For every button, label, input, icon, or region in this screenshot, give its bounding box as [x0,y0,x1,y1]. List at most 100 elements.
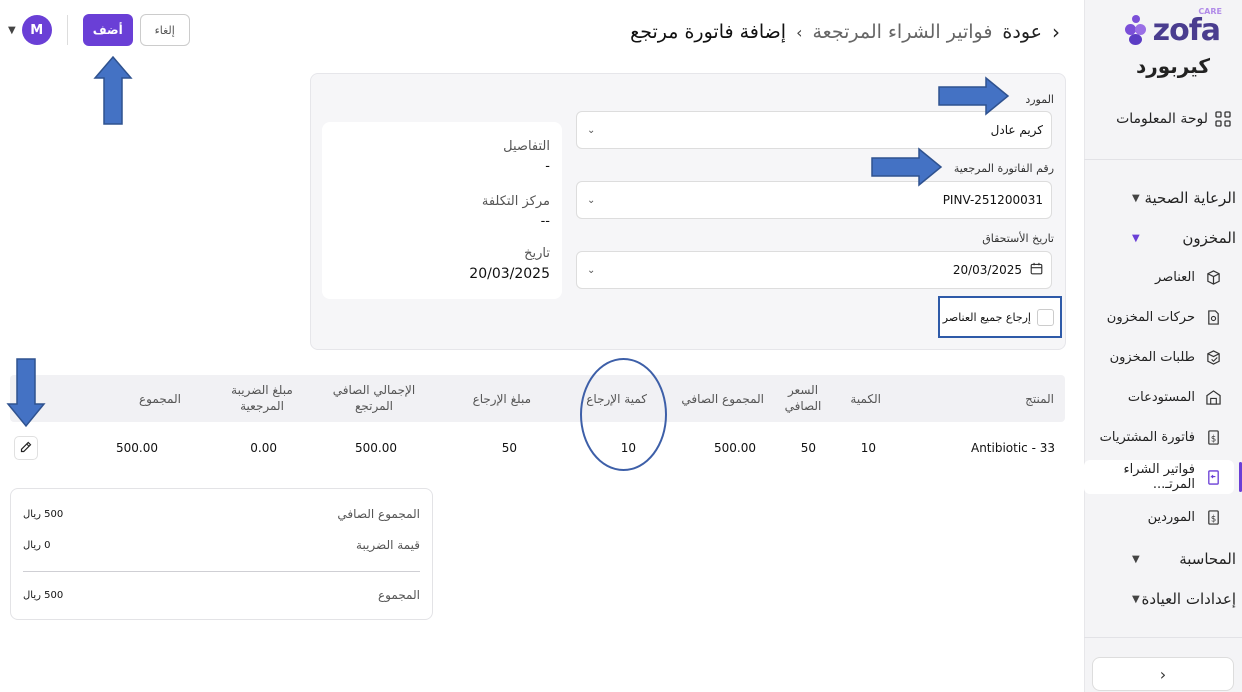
pencil-icon [20,441,32,456]
chevron-down-icon: ⌄ [587,194,596,206]
chevron-down-icon: ▼ [1132,553,1140,565]
column-header-ref-tax: مبلغ الضريبة المرجعية [231,383,293,413]
cell-net-total: 500.00 [714,441,756,455]
column-header-net-price: السعر الصافي [784,383,822,413]
divider [66,15,68,45]
sidebar: zofa CARE كيربورد لوحة المعلومات الرعاية… [1084,0,1242,692]
logo-mark-icon [1123,13,1149,47]
sidebar-group-clinic-settings[interactable]: إعدادات العيادة ▼ [1084,582,1242,616]
chevron-down-icon: ⌄ [587,264,596,276]
logo-badge: CARE [1198,6,1222,16]
sidebar-item-items[interactable]: العناصر [1084,260,1242,294]
sidebar-item-requests[interactable]: طلبات المخزون [1084,340,1242,374]
sidebar-group-inventory[interactable]: المخزون ▼ [1084,221,1242,255]
due-date-picker[interactable]: 20/03/2025 ⌄ [576,251,1052,289]
box-check-icon [1204,348,1222,366]
sidebar-item-label: فاتورة المشتريات [1099,429,1195,445]
return-all-checkbox-row[interactable]: إرجاع جميع العناصر [938,296,1062,338]
chevron-separator-icon: › [796,22,803,42]
add-button[interactable]: أضف [82,14,133,46]
sidebar-item-label: لوحة المعلومات [1116,111,1208,127]
table-header: المنتج الكمية السعر الصافي المجموع الصاف… [10,375,1065,422]
cancel-button[interactable]: إلغاء [139,14,190,46]
sidebar-group-label: إعدادات العيادة [1141,590,1236,608]
annotation-arrow-right-icon [938,76,1010,116]
sidebar-item-label: العناصر [1155,269,1195,285]
summary-card: المجموع الصافي 500 ريال قيمة الضريبة 0 ر… [10,488,433,620]
sidebar-item-purchase-invoice[interactable]: $ فاتورة المشتريات [1084,420,1242,454]
chevron-back-icon[interactable]: ‹ [1052,20,1060,44]
breadcrumb: ‹ عودة فواتير الشراء المرتجعة › إضافة فا… [630,20,1060,44]
details-card: التفاصيل - مركز التكلفة -- تاريخ 20/03/2… [322,122,562,299]
back-link[interactable]: عودة [1002,21,1042,43]
date-label: تاريخ [524,246,550,261]
sidebar-item-warehouses[interactable]: المستودعات [1084,380,1242,414]
cell-net-total-returned: 500.00 [355,441,397,455]
chevron-down-icon: ▼ [1132,232,1140,244]
sidebar-item-suppliers[interactable]: $ الموردين [1084,500,1242,534]
sidebar-item-label: حركات المخزون [1106,309,1195,325]
column-header-net-total-returned: الإجمالي الصافي المرتجع [332,383,416,413]
sidebar-item-purchase-returns[interactable]: فواتير الشراء المرتـ... [1084,460,1242,494]
date-value: 20/03/2025 [469,266,550,282]
chevron-left-icon: ‹ [1159,664,1167,684]
ref-invoice-value: PINV-251200031 [942,193,1043,207]
breadcrumb-purchase-returns[interactable]: فواتير الشراء المرتجعة [813,21,993,43]
sidebar-item-dashboard[interactable]: لوحة المعلومات [1084,102,1242,136]
page-title: إضافة فاتورة مرتجع [630,21,787,43]
column-header-net-total: المجموع الصافي [681,392,764,406]
column-header-total: المجموع [139,392,181,406]
sidebar-collapse-button[interactable]: ‹ [1092,657,1234,691]
annotation-arrow-up-icon [93,56,133,125]
cost-center-value: -- [540,214,550,229]
chevron-down-icon: ⌄ [587,124,596,136]
invoice-return-icon [1204,468,1222,486]
sidebar-item-label: طلبات المخزون [1109,349,1195,365]
sidebar-group-health[interactable]: الرعاية الصحية ▼ [1084,181,1242,215]
supplier-select[interactable]: كريم عادل ⌄ [576,111,1052,149]
supplier-value: كريم عادل [990,123,1043,137]
column-header-qty: الكمية [850,392,881,406]
summary-total-label: المجموع [378,588,420,602]
summary-total-value: 500 ريال [23,590,64,601]
avatar[interactable]: M [21,15,52,45]
sidebar-divider [1084,159,1242,160]
invoice-dollar-icon: $ [1204,508,1222,526]
due-date-value: 20/03/2025 [952,263,1022,277]
cell-qty: 10 [860,441,876,455]
summary-net-total-value: 500 ريال [23,509,64,520]
summary-divider [23,571,420,572]
ref-invoice-label: رقم الفاتورة المرجعية [953,162,1054,175]
box-icon [1204,268,1222,286]
summary-net-total-label: المجموع الصافي [337,507,420,521]
sidebar-item-label: الموردين [1147,509,1195,525]
grid-icon [1214,110,1232,128]
sidebar-item-movements[interactable]: حركات المخزون [1084,300,1242,334]
sidebar-group-accounting[interactable]: المحاسبة ▼ [1084,542,1242,576]
cell-return-amount: 50 [501,441,517,455]
details-value: - [545,159,550,174]
warehouse-icon [1204,388,1222,406]
svg-text:$: $ [1210,513,1215,523]
chevron-down-icon: ▼ [1132,593,1140,605]
sidebar-group-label: المخزون [1182,229,1236,247]
summary-tax-value: 0 ريال [23,540,51,551]
invoice-dollar-icon: $ [1204,428,1222,446]
supplier-label: المورد [1025,93,1054,106]
cell-product: Antibiotic - 33 [970,441,1055,455]
cell-ref-tax: 0.00 [250,441,277,455]
document-gear-icon [1204,308,1222,326]
logo-text: zofa CARE [1152,6,1222,48]
ref-invoice-select[interactable]: PINV-251200031 ⌄ [576,181,1052,219]
sidebar-group-label: المحاسبة [1179,550,1236,568]
details-label: التفاصيل [503,139,550,154]
calendar-icon [1030,262,1043,279]
chevron-down-icon: ▼ [1132,192,1140,204]
return-all-checkbox[interactable] [1037,308,1054,326]
chevron-down-icon[interactable]: ▼ [8,25,16,36]
clinic-name: كيربورد [1135,54,1210,78]
column-header-product: المنتج [1025,392,1054,406]
sidebar-group-label: الرعاية الصحية [1144,189,1236,207]
edit-row-button[interactable] [14,436,38,460]
cell-net-price: 50 [800,441,816,455]
